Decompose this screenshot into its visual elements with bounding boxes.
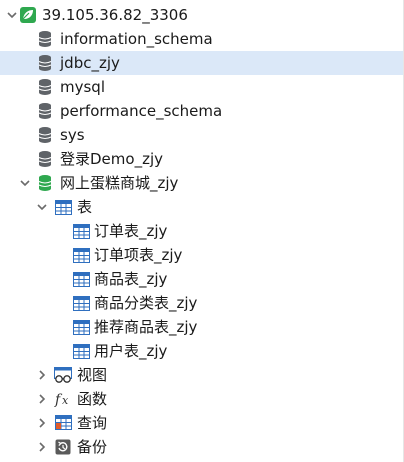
function-icon: fx — [54, 390, 72, 408]
tree-row-table[interactable]: 订单表_zjy — [0, 219, 404, 243]
chevron-right-icon[interactable] — [35, 440, 49, 454]
table-group-icon — [54, 198, 72, 216]
chevron-down-icon[interactable] — [5, 8, 19, 22]
table-icon — [72, 222, 90, 240]
chevron-right-icon[interactable] — [35, 392, 49, 406]
table-icon — [72, 246, 90, 264]
database-label: mysql — [60, 78, 105, 96]
chevron-down-icon[interactable] — [35, 200, 49, 214]
table-icon — [72, 318, 90, 336]
chevron-down-icon[interactable] — [18, 176, 32, 190]
tree-row-database-selected[interactable]: jdbc_zjy — [0, 51, 404, 75]
queries-group-label: 查询 — [77, 414, 108, 432]
tree-row-database[interactable]: mysql — [0, 75, 404, 99]
table-label: 商品表_zjy — [94, 270, 168, 288]
tree-row-tables-group[interactable]: 表 — [0, 195, 404, 219]
tables-group-label: 表 — [77, 198, 93, 216]
tree-row-table[interactable]: 商品表_zjy — [0, 267, 404, 291]
database-label: 登录Demo_zjy — [60, 150, 163, 168]
views-group-label: 视图 — [77, 366, 108, 384]
backup-icon — [54, 438, 72, 456]
tree-row-database[interactable]: sys — [0, 123, 404, 147]
tree-row-database-open[interactable]: 网上蛋糕商城_zjy — [0, 171, 404, 195]
database-icon — [36, 78, 54, 96]
svg-text:x: x — [62, 394, 69, 407]
table-icon — [72, 342, 90, 360]
tree-row-table[interactable]: 推荐商品表_zjy — [0, 315, 404, 339]
table-label: 订单表_zjy — [94, 222, 168, 240]
tree-row-queries-group[interactable]: 查询 — [0, 411, 404, 435]
database-icon — [36, 126, 54, 144]
database-label: 网上蛋糕商城_zjy — [60, 174, 179, 192]
table-icon — [72, 294, 90, 312]
chevron-right-icon[interactable] — [35, 416, 49, 430]
tree-row-database[interactable]: 登录Demo_zjy — [0, 147, 404, 171]
tree-row-functions-group[interactable]: fx 函数 — [0, 387, 404, 411]
backups-group-label: 备份 — [77, 438, 108, 456]
tree-row-table[interactable]: 商品分类表_zjy — [0, 291, 404, 315]
database-icon — [36, 54, 54, 72]
table-label: 推荐商品表_zjy — [94, 318, 198, 336]
database-open-icon — [36, 174, 54, 192]
tree-row-table[interactable]: 订单项表_zjy — [0, 243, 404, 267]
database-label: jdbc_zjy — [60, 54, 120, 72]
database-icon — [36, 30, 54, 48]
tree-row-views-group[interactable]: 视图 — [0, 363, 404, 387]
tree-row-database[interactable]: information_schema — [0, 27, 404, 51]
database-label: information_schema — [60, 30, 213, 48]
view-icon — [54, 366, 72, 384]
chevron-right-icon[interactable] — [35, 368, 49, 382]
tree-row-database[interactable]: performance_schema — [0, 99, 404, 123]
table-icon — [72, 270, 90, 288]
table-label: 订单项表_zjy — [94, 246, 183, 264]
tree-row-backups-group[interactable]: 备份 — [0, 435, 404, 459]
tree-row-connection[interactable]: 39.105.36.82_3306 — [0, 3, 404, 27]
database-icon — [36, 102, 54, 120]
table-label: 用户表_zjy — [94, 342, 168, 360]
connection-label: 39.105.36.82_3306 — [42, 6, 188, 24]
database-label: sys — [60, 126, 85, 144]
functions-group-label: 函数 — [77, 390, 108, 408]
tree-row-table[interactable]: 用户表_zjy — [0, 339, 404, 363]
query-icon — [54, 414, 72, 432]
navigator-tree: 39.105.36.82_3306 information_schema jdb… — [0, 0, 404, 462]
connection-leaf-icon — [19, 6, 37, 24]
database-label: performance_schema — [60, 102, 223, 120]
table-label: 商品分类表_zjy — [94, 294, 198, 312]
database-icon — [36, 150, 54, 168]
